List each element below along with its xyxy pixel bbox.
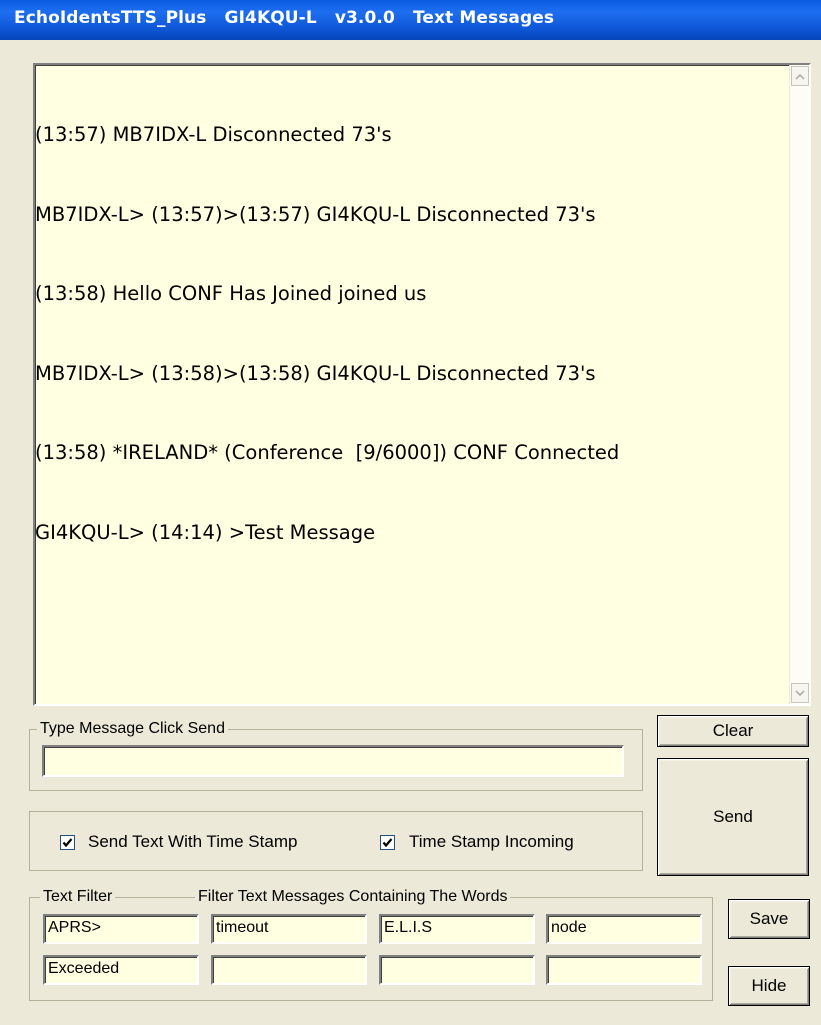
send-timestamp-checkbox[interactable]	[60, 835, 75, 850]
filter-word-3[interactable]: E.L.I.S	[379, 914, 535, 944]
message-log-lines: (13:57) MB7IDX-L Disconnected 73's MB7ID…	[35, 69, 619, 599]
filter-word-4[interactable]: node	[546, 914, 702, 944]
log-line: MB7IDX-L> (13:57)>(13:57) GI4KQU-L Disco…	[35, 202, 596, 226]
log-line: (13:57) MB7IDX-L Disconnected 73's	[35, 123, 392, 146]
log-line: (13:58) *IRELAND* (Conference [9/6000]) …	[35, 441, 620, 464]
window-title: EchoIdentsTTS_Plus GI4KQU-L v3.0.0 Text …	[14, 8, 555, 28]
log-line: GI4KQU-L> (14:14) >Test Message	[35, 520, 376, 544]
clear-button[interactable]: Clear	[657, 715, 809, 747]
text-filter-group	[29, 897, 713, 1001]
send-timestamp-label: Send Text With Time Stamp	[88, 832, 298, 851]
vertical-scrollbar[interactable]	[789, 65, 809, 704]
text-filter-label: Text Filter	[40, 888, 116, 906]
chevron-down-icon	[795, 690, 805, 697]
message-group-label: Type Message Click Send	[37, 720, 228, 738]
filter-word-1[interactable]: APRS>	[43, 914, 199, 944]
scroll-up-button[interactable]	[791, 66, 809, 86]
log-line: (13:58) Hello CONF Has Joined joined us	[35, 282, 427, 305]
checkmark-icon	[62, 838, 73, 848]
filter-word-2[interactable]: timeout	[211, 914, 367, 944]
send-button[interactable]: Send	[657, 758, 809, 876]
filter-word-5[interactable]: Exceeded	[43, 955, 199, 985]
message-log[interactable]: (13:57) MB7IDX-L Disconnected 73's MB7ID…	[33, 63, 811, 706]
window-frame	[0, 40, 8, 1025]
scroll-down-button[interactable]	[791, 683, 809, 703]
message-input[interactable]	[42, 745, 624, 777]
timestamp-incoming-checkbox[interactable]	[380, 835, 395, 850]
filter-word-7[interactable]	[379, 955, 535, 985]
log-line: MB7IDX-L> (13:58)>(13:58) GI4KQU-L Disco…	[35, 361, 596, 385]
timestamp-incoming-label: Time Stamp Incoming	[409, 832, 574, 851]
title-bar[interactable]: EchoIdentsTTS_Plus GI4KQU-L v3.0.0 Text …	[0, 0, 821, 40]
filter-word-6[interactable]	[211, 955, 367, 985]
chevron-up-icon	[795, 73, 805, 80]
filter-description: Filter Text Messages Containing The Word…	[195, 888, 511, 906]
checkmark-icon	[382, 838, 393, 848]
hide-button[interactable]: Hide	[728, 966, 810, 1006]
filter-word-8[interactable]	[546, 955, 702, 985]
save-button[interactable]: Save	[728, 899, 810, 939]
